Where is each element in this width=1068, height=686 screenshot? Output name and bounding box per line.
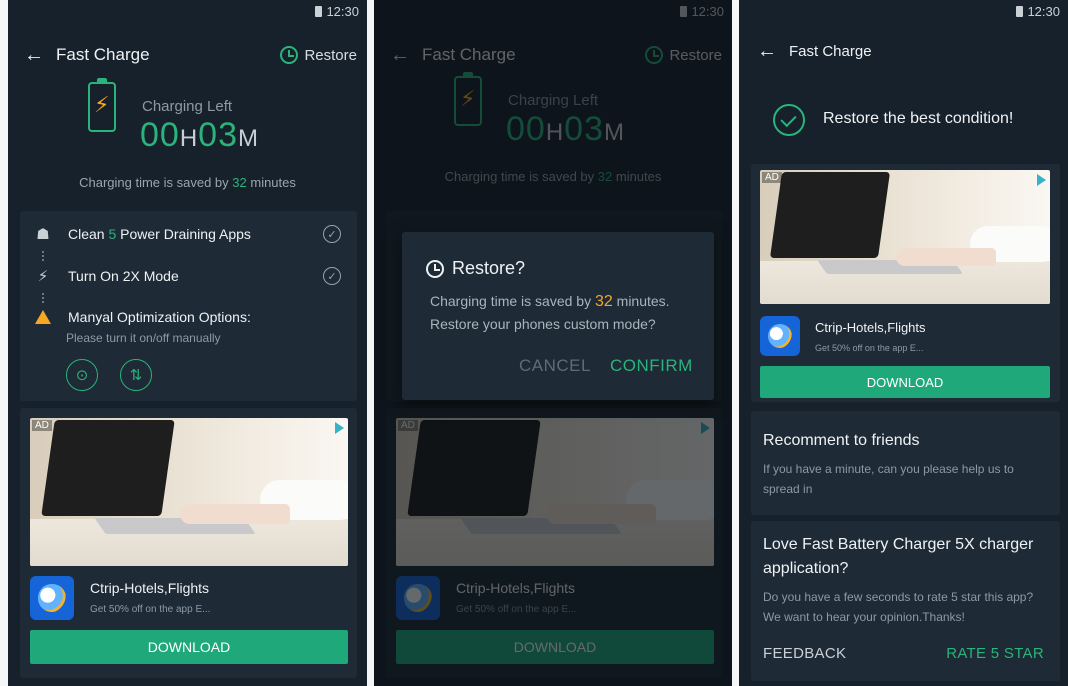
- rate-text: Do you have a few seconds to rate 5 star…: [763, 590, 1034, 624]
- app-bar: ← Fast Charge: [739, 36, 1068, 66]
- status-bar: 12:30: [8, 0, 367, 22]
- confirm-button[interactable]: CONFIRM: [610, 356, 693, 376]
- back-arrow-icon[interactable]: ←: [757, 40, 779, 63]
- ad-choices-icon[interactable]: [1037, 174, 1046, 186]
- gps-toggle-button[interactable]: ⊙: [66, 359, 98, 391]
- restore-success: Restore the best condition!: [739, 100, 1068, 140]
- warning-icon: [35, 310, 51, 324]
- app-logo-icon: [30, 576, 74, 620]
- success-check-icon: [773, 104, 805, 136]
- ad-app-name: Ctrip-Hotels,Flights: [815, 320, 926, 335]
- charging-left-label: Charging Left: [142, 98, 233, 115]
- option-clean-apps: ☗ Clean 5 Power Draining Apps ✓: [32, 225, 345, 243]
- restore-dialog: Restore? Charging time is saved by 32 mi…: [402, 232, 714, 400]
- success-message: Restore the best condition!: [823, 110, 1014, 127]
- rate-title: Love Fast Battery Charger 5X charger app…: [763, 536, 1034, 577]
- ad-tag: AD: [32, 420, 52, 431]
- restore-icon: [426, 259, 444, 278]
- ad-card: AD Ctrip-Hotels,Flights Get 50% off on t…: [751, 164, 1060, 402]
- restore-label: Restore: [304, 46, 357, 64]
- time-saved-text: Charging time is saved by 32 minutes: [79, 175, 296, 190]
- manual-hint: Please turn it on/off manually: [66, 331, 221, 345]
- rate-5-star-button[interactable]: RATE 5 STAR: [946, 645, 1044, 662]
- recommend-title: Recomment to friends: [763, 432, 920, 449]
- page-title: Fast Charge: [789, 42, 872, 60]
- feedback-button[interactable]: FEEDBACK: [763, 645, 846, 662]
- restore-icon: [280, 46, 299, 64]
- status-time: 12:30: [1027, 3, 1060, 19]
- status-bar: 12:30: [739, 0, 1068, 22]
- battery-status-icon: [1016, 5, 1024, 17]
- android-icon: ☗: [36, 226, 50, 243]
- recommend-card[interactable]: Recomment to friends If you have a minut…: [751, 411, 1060, 515]
- check-icon: ✓: [323, 225, 341, 243]
- lightning-icon: ⚡: [37, 268, 49, 285]
- ad-image[interactable]: AD: [760, 170, 1050, 304]
- page-title: Fast Charge: [56, 45, 150, 64]
- ad-card: AD Ctrip-Hotels,Flights Get 50% off on t…: [20, 408, 357, 678]
- ad-choices-icon[interactable]: [335, 422, 344, 434]
- battery-status-icon: [315, 5, 323, 17]
- status-time: 12:30: [326, 3, 359, 19]
- option-manual: Manyal Optimization Options:: [32, 309, 345, 325]
- charge-timer: 00H03M: [140, 116, 259, 154]
- download-button[interactable]: DOWNLOAD: [760, 366, 1050, 398]
- restore-button[interactable]: Restore: [280, 46, 357, 64]
- ad-app-desc: Get 50% off on the app E...: [815, 343, 924, 353]
- rate-card: Love Fast Battery Charger 5X charger app…: [751, 521, 1060, 681]
- ad-tag: AD: [762, 172, 782, 183]
- download-button[interactable]: DOWNLOAD: [30, 630, 348, 664]
- option-2x-mode: ⚡ Turn On 2X Mode ✓: [32, 267, 345, 285]
- optimization-card: ☗ Clean 5 Power Draining Apps ✓ ⚡ Turn O…: [20, 211, 357, 401]
- check-icon: ✓: [323, 267, 341, 285]
- dialog-title: Restore?: [426, 258, 525, 279]
- app-logo-icon: [760, 316, 800, 356]
- fast-charge-screen: 12:30 ← Fast Charge Restore ⚡ Charging L…: [8, 0, 367, 686]
- ad-image[interactable]: AD: [30, 418, 348, 566]
- ad-app-name: Ctrip-Hotels,Flights: [90, 580, 210, 596]
- restore-result-screen: 12:30 ← Fast Charge Restore the best con…: [739, 0, 1068, 686]
- data-toggle-button[interactable]: ⇅: [120, 359, 152, 391]
- step-divider: [42, 293, 46, 303]
- restore-dialog-screen: 12:30 ← Fast Charge Restore ⚡ Charging L…: [374, 0, 732, 686]
- back-arrow-icon[interactable]: ←: [24, 44, 46, 67]
- recommend-text: If you have a minute, can you please hel…: [763, 462, 1014, 496]
- app-bar: ← Fast Charge Restore: [8, 40, 367, 70]
- step-divider: [42, 251, 46, 261]
- ad-app-desc: Get 50% off on the app E...: [90, 604, 211, 615]
- cancel-button[interactable]: CANCEL: [519, 356, 591, 376]
- battery-charging-icon: ⚡: [88, 78, 116, 132]
- dialog-message: Charging time is saved by 32 minutes. Re…: [430, 293, 670, 332]
